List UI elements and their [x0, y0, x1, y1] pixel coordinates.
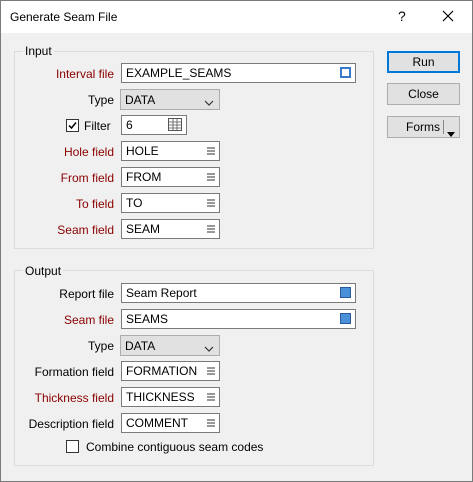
report-file-value: Seam Report	[126, 286, 197, 300]
interval-file-input[interactable]: EXAMPLE_SEAMS	[121, 63, 356, 83]
to-field-label: To field	[75, 197, 114, 211]
from-field-input[interactable]: FROM	[121, 167, 220, 187]
list-icon[interactable]	[207, 145, 215, 159]
thickness-field-value: THICKNESS	[126, 390, 195, 404]
hole-field-value: HOLE	[126, 144, 159, 158]
chevron-down-icon	[204, 342, 214, 356]
file-icon[interactable]	[340, 313, 351, 324]
seam-file-input[interactable]: SEAMS	[121, 309, 356, 329]
window-title: Generate Seam File	[10, 10, 118, 24]
formation-field-input[interactable]: FORMATION	[121, 361, 220, 381]
list-icon[interactable]	[207, 417, 215, 431]
combine-label: Combine contiguous seam codes	[86, 440, 264, 454]
table-icon[interactable]	[168, 118, 182, 134]
close-icon[interactable]	[437, 5, 459, 27]
dialog-window: Generate Seam File ? Input Interval file…	[0, 0, 473, 482]
forms-button-label: Forms	[406, 120, 440, 134]
file-icon[interactable]	[340, 287, 351, 298]
close-button[interactable]: Close	[387, 83, 460, 105]
list-icon[interactable]	[207, 171, 215, 185]
list-icon[interactable]	[207, 197, 215, 211]
interval-file-value: EXAMPLE_SEAMS	[126, 66, 232, 80]
interval-file-label: Interval file	[55, 67, 114, 81]
filter-value: 6	[126, 118, 133, 132]
list-icon[interactable]	[207, 223, 215, 237]
help-button[interactable]: ?	[398, 8, 406, 24]
hole-field-input[interactable]: HOLE	[121, 141, 220, 161]
filter-checkbox[interactable]	[66, 119, 79, 132]
formation-field-label: Formation field	[34, 365, 114, 379]
close-button-label: Close	[408, 87, 439, 101]
report-file-label: Report file	[59, 287, 114, 301]
seam-field-input[interactable]: SEAM	[121, 219, 220, 239]
description-field-input[interactable]: COMMENT	[121, 413, 220, 433]
output-type-select[interactable]: DATA	[120, 335, 220, 356]
seam-file-value: SEAMS	[126, 312, 169, 326]
filter-input[interactable]: 6	[121, 115, 187, 135]
output-type-label: Type	[87, 339, 114, 353]
file-icon[interactable]	[340, 67, 351, 78]
forms-separator	[443, 120, 444, 134]
list-icon[interactable]	[207, 365, 215, 379]
input-type-value: DATA	[125, 93, 156, 107]
seam-file-label: Seam file	[63, 313, 114, 327]
filter-label: Filter	[84, 119, 111, 133]
from-field-value: FROM	[126, 170, 162, 184]
hole-field-label: Hole field	[63, 145, 114, 159]
combine-checkbox[interactable]	[66, 440, 79, 453]
description-field-value: COMMENT	[126, 416, 188, 430]
input-type-label: Type	[87, 93, 114, 107]
input-type-select[interactable]: DATA	[120, 89, 220, 110]
to-field-value: TO	[126, 196, 143, 210]
report-file-input[interactable]: Seam Report	[121, 283, 356, 303]
run-button-label: Run	[412, 55, 435, 69]
to-field-input[interactable]: TO	[121, 193, 220, 213]
chevron-down-icon[interactable]	[447, 124, 455, 144]
from-field-label: From field	[60, 171, 114, 185]
output-group-label: Output	[23, 264, 64, 278]
forms-button[interactable]: Forms	[387, 116, 460, 138]
seam-field-value: SEAM	[126, 222, 161, 236]
seam-field-label: Seam field	[57, 223, 114, 237]
run-button[interactable]: Run	[387, 51, 460, 73]
chevron-down-icon	[204, 96, 214, 110]
input-group-label: Input	[23, 44, 54, 58]
description-field-label: Description field	[28, 417, 114, 431]
thickness-field-label: Thickness field	[34, 391, 114, 405]
thickness-field-input[interactable]: THICKNESS	[121, 387, 220, 407]
output-type-value: DATA	[125, 339, 156, 353]
list-icon[interactable]	[207, 391, 215, 405]
formation-field-value: FORMATION	[126, 364, 198, 378]
title-bar: Generate Seam File ?	[1, 1, 472, 33]
